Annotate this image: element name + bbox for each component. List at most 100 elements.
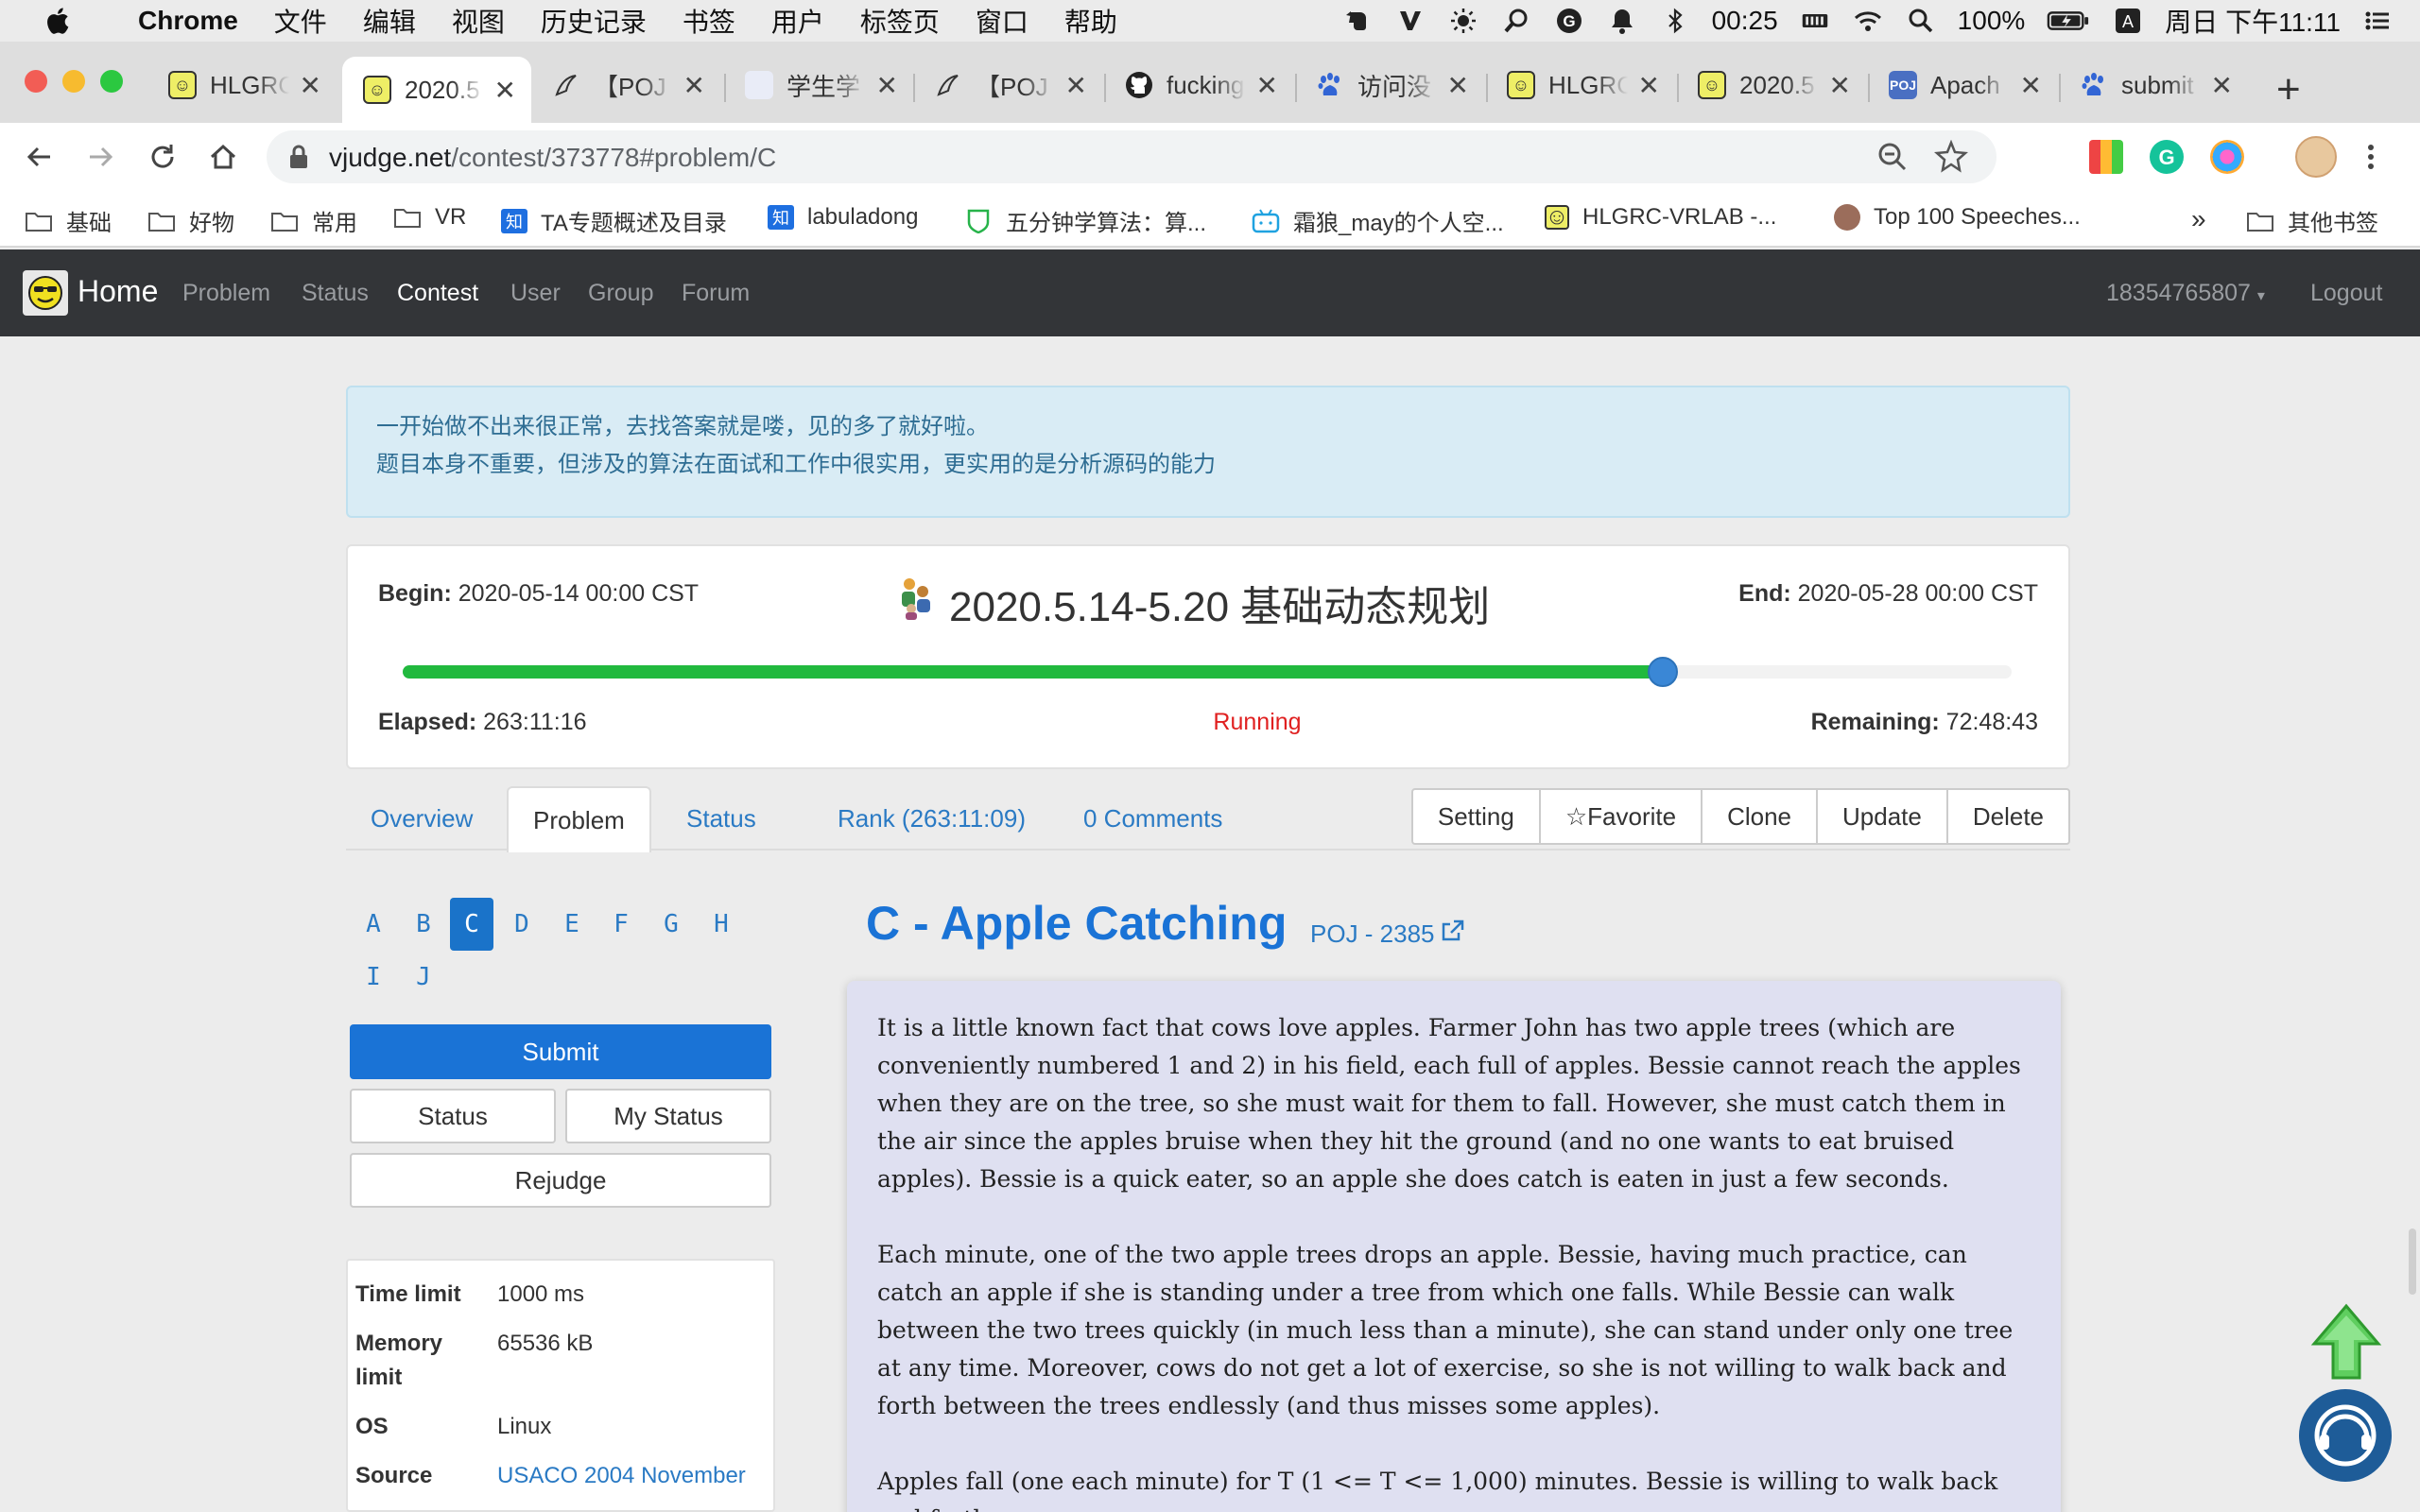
tab-comments[interactable]: 0 Comments xyxy=(1059,786,1247,850)
tab-hlgrc-2[interactable]: ☺ HLGRC ✕ xyxy=(1486,57,1675,113)
tab-poj-1[interactable]: 【POJ ✕ xyxy=(531,57,720,113)
delete-button[interactable]: Delete xyxy=(1945,788,2070,845)
bookmark-other[interactable]: 其他书签 xyxy=(2246,204,2378,237)
menu-tab[interactable]: 标签页 xyxy=(860,2,940,40)
reload-button[interactable] xyxy=(142,136,183,178)
bookmark-star-icon[interactable] xyxy=(1933,139,1969,179)
submit-button[interactable]: Submit xyxy=(350,1024,771,1079)
memory-icon[interactable] xyxy=(1799,5,1831,37)
rejudge-button[interactable]: Rejudge xyxy=(350,1153,771,1208)
spotlight-icon[interactable] xyxy=(1905,5,1937,37)
problem-link-i[interactable]: I xyxy=(352,951,395,1004)
address-bar[interactable]: vjudge.net/contest/373778#problem/C xyxy=(267,130,1996,183)
notification-bell-icon[interactable] xyxy=(1606,5,1638,37)
favorite-button[interactable]: ☆Favorite xyxy=(1538,788,1703,845)
brightness-icon[interactable] xyxy=(1447,5,1479,37)
menu-help[interactable]: 帮助 xyxy=(1064,2,1117,40)
close-tab-icon[interactable]: ✕ xyxy=(1829,70,1851,101)
tab-contest-2[interactable]: ☺ 2020.5 ✕ xyxy=(1677,57,1866,113)
zoom-window-button[interactable] xyxy=(100,70,123,93)
problem-link-h[interactable]: H xyxy=(700,898,743,951)
problem-origin-link[interactable]: POJ - 2385 xyxy=(1310,919,1465,950)
bookmark-ta[interactable]: 知 TA专题概述及目录 xyxy=(501,204,727,237)
bookmark-haowu[interactable]: 好物 xyxy=(147,204,234,237)
update-button[interactable]: Update xyxy=(1816,788,1948,845)
menu-edit[interactable]: 编辑 xyxy=(363,2,416,40)
setting-button[interactable]: Setting xyxy=(1410,788,1541,845)
menu-history[interactable]: 历史记录 xyxy=(541,2,647,40)
problem-link-b[interactable]: B xyxy=(402,898,445,951)
battery-icon[interactable] xyxy=(2046,5,2091,37)
close-tab-icon[interactable]: ✕ xyxy=(1638,70,1660,101)
forward-button[interactable] xyxy=(79,136,121,178)
problem-link-a[interactable]: A xyxy=(352,898,395,951)
menu-window[interactable]: 窗口 xyxy=(976,2,1028,40)
search-tray-icon[interactable] xyxy=(1500,5,1532,37)
tab-problem[interactable]: Problem xyxy=(507,786,651,852)
v-icon[interactable] xyxy=(1394,5,1426,37)
bookmark-changyong[interactable]: 常用 xyxy=(270,204,357,237)
tab-student[interactable]: 学生学 ✕ xyxy=(724,57,913,113)
tab-submit[interactable]: submit ✕ xyxy=(2059,57,2248,113)
back-button[interactable] xyxy=(19,136,60,178)
bookmark-shuanglang[interactable]: 霜狼_may的个人空... xyxy=(1252,204,1504,237)
minimize-window-button[interactable] xyxy=(62,70,85,93)
close-window-button[interactable] xyxy=(25,70,47,93)
bookmark-vr[interactable]: VR xyxy=(393,204,466,231)
my-status-button[interactable]: My Status xyxy=(565,1089,771,1143)
input-method-icon[interactable]: A xyxy=(2112,5,2144,37)
back-to-top-arrow-icon[interactable] xyxy=(2310,1302,2382,1382)
nav-group[interactable]: Group xyxy=(588,280,653,307)
tab-github[interactable]: fucking ✕ xyxy=(1104,57,1293,113)
url-text[interactable]: vjudge.net/contest/373778#problem/C xyxy=(329,143,776,173)
tab-status[interactable]: Status xyxy=(662,786,781,850)
home-button[interactable] xyxy=(202,136,244,178)
evernote-icon[interactable] xyxy=(1341,5,1374,37)
extension-shield-icon[interactable] xyxy=(2210,140,2244,174)
tab-rank[interactable]: Rank (263:11:09) xyxy=(813,786,1050,850)
close-tab-icon[interactable]: ✕ xyxy=(1447,70,1469,101)
problem-link-j[interactable]: J xyxy=(402,951,445,1004)
bookmark-top100[interactable]: Top 100 Speeches... xyxy=(1834,204,2081,231)
close-tab-icon[interactable]: ✕ xyxy=(876,70,898,101)
vjudge-logo-icon[interactable] xyxy=(23,270,68,316)
logout-link[interactable]: Logout xyxy=(2310,280,2382,307)
bookmark-labuladong[interactable]: 知 labuladong xyxy=(768,204,918,231)
bookmark-wufenzhong[interactable]: 五分钟学算法：算... xyxy=(964,204,1206,237)
menu-people[interactable]: 用户 xyxy=(771,2,824,40)
grammarly-icon[interactable]: G xyxy=(2150,140,2184,174)
tab-contest-active[interactable]: ☺ 2020.5 ✕ xyxy=(342,57,531,123)
source-link[interactable]: USACO 2004 November xyxy=(497,1459,746,1493)
close-tab-icon[interactable]: ✕ xyxy=(494,75,516,106)
menu-view[interactable]: 视图 xyxy=(452,2,505,40)
chat-support-icon[interactable] xyxy=(2299,1389,2392,1482)
close-tab-icon[interactable]: ✕ xyxy=(1065,70,1087,101)
tab-poj-2[interactable]: 【POJ ✕ xyxy=(913,57,1102,113)
nav-user[interactable]: User xyxy=(510,280,561,307)
close-tab-icon[interactable]: ✕ xyxy=(300,70,321,101)
clone-button[interactable]: Clone xyxy=(1701,788,1818,845)
menu-bookmarks[interactable]: 书签 xyxy=(683,2,735,40)
problem-link-f[interactable]: F xyxy=(599,898,643,951)
scrollbar-thumb[interactable] xyxy=(2409,1228,2416,1295)
bluetooth-icon[interactable] xyxy=(1659,5,1691,37)
close-tab-icon[interactable]: ✕ xyxy=(2211,70,2233,101)
new-tab-button[interactable]: + xyxy=(2276,66,2301,113)
progress-slider-handle[interactable] xyxy=(1647,657,1678,687)
bookmark-jichu[interactable]: 基础 xyxy=(25,204,112,237)
user-dropdown[interactable]: 18354765807 ▾ xyxy=(2106,280,2265,307)
apple-icon[interactable] xyxy=(36,6,78,36)
close-tab-icon[interactable]: ✕ xyxy=(1256,70,1278,101)
nav-forum[interactable]: Forum xyxy=(682,280,750,307)
zoom-icon[interactable] xyxy=(1876,140,1910,179)
more-menu-icon[interactable] xyxy=(2350,136,2392,178)
lock-icon[interactable] xyxy=(287,144,310,175)
menu-chrome[interactable]: Chrome xyxy=(138,6,238,36)
bookmarks-overflow-chevron[interactable]: » xyxy=(2191,204,2206,234)
close-tab-icon[interactable]: ✕ xyxy=(2020,70,2042,101)
tab-baidu-1[interactable]: 访问没 ✕ xyxy=(1295,57,1484,113)
tab-overview[interactable]: Overview xyxy=(346,786,497,850)
problem-link-d[interactable]: D xyxy=(500,898,544,951)
problem-link-g[interactable]: G xyxy=(649,898,693,951)
control-list-icon[interactable] xyxy=(2361,5,2394,37)
